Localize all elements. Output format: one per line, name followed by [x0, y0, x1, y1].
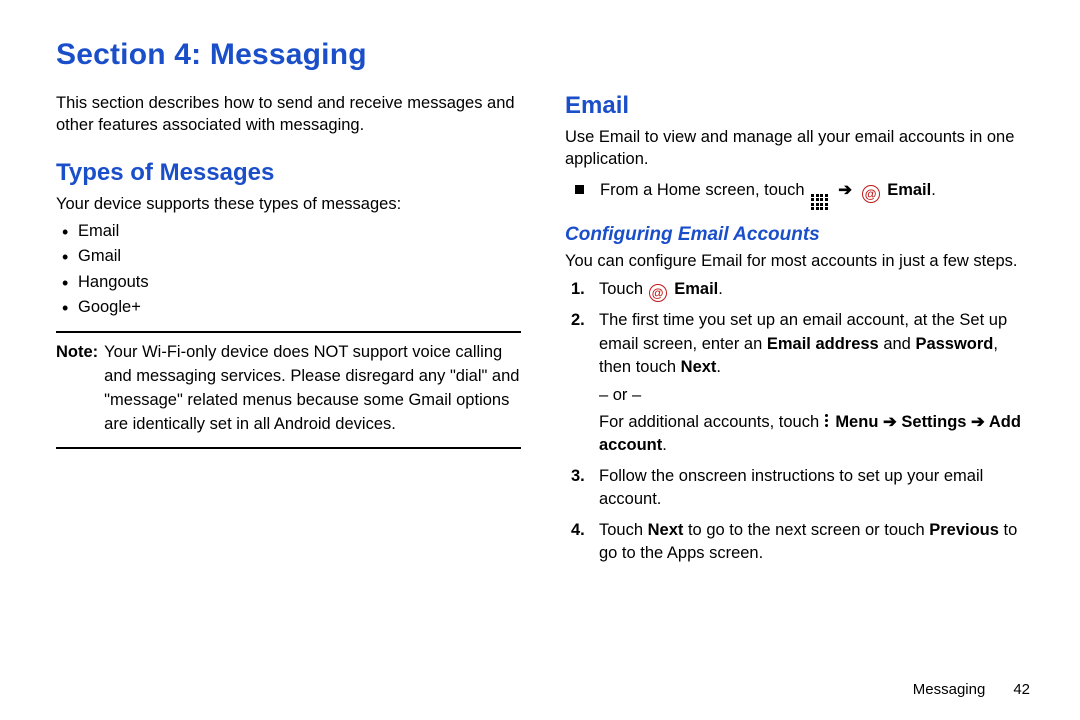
step-number: 4. — [565, 519, 599, 542]
right-column: Email Use Email to view and manage all y… — [565, 92, 1030, 573]
step-text: Follow the onscreen instructions to set … — [599, 465, 1030, 512]
email-intro: Use Email to view and manage all your em… — [565, 126, 1030, 171]
intro-text: This section describes how to send and r… — [56, 92, 521, 137]
list-item: Gmail — [56, 244, 521, 270]
list-item: Hangouts — [56, 270, 521, 296]
step-text: Touch — [599, 521, 648, 539]
page-footer: Messaging 42 — [913, 681, 1030, 698]
overflow-menu-icon — [825, 412, 828, 429]
step-bold: Next — [648, 521, 684, 539]
email-circle-icon: @ — [862, 185, 880, 203]
email-circle-icon: @ — [649, 284, 667, 302]
step-text: to go to the next screen or touch — [683, 521, 929, 539]
instruction-row: From a Home screen, touch ➔ @ Email. — [565, 179, 1030, 211]
footer-page-number: 42 — [1013, 681, 1030, 698]
types-lead: Your device supports these types of mess… — [56, 193, 521, 215]
config-lead: You can configure Email for most account… — [565, 250, 1030, 272]
step-number: 1. — [565, 278, 599, 301]
step-bold: Next — [681, 358, 717, 376]
step-number: 2. — [565, 309, 599, 332]
config-heading: Configuring Email Accounts — [565, 224, 1030, 246]
list-item: Google+ — [56, 295, 521, 321]
step-text: For additional accounts, touch — [599, 413, 824, 431]
step-text: Touch — [599, 280, 643, 298]
apps-grid-icon — [811, 181, 828, 211]
step-item: 2. The first time you set up an email ac… — [565, 309, 1030, 458]
from-home-text: From a Home screen, touch — [600, 181, 805, 199]
square-bullet-icon — [575, 185, 584, 194]
divider — [56, 331, 521, 333]
list-item: Email — [56, 219, 521, 245]
step-text: and — [879, 335, 916, 353]
step-item: 3. Follow the onscreen instructions to s… — [565, 465, 1030, 512]
types-list: Email Gmail Hangouts Google+ — [56, 219, 521, 321]
ordered-steps: 1. Touch @ Email. 2. The first time you … — [565, 278, 1030, 565]
email-label: Email — [887, 181, 931, 199]
divider — [56, 447, 521, 449]
step-bold: Email address — [767, 335, 879, 353]
note-block: Note: Your Wi-Fi-only device does NOT su… — [56, 341, 521, 437]
step-item: 4. Touch Next to go to the next screen o… — [565, 519, 1030, 566]
step-number: 3. — [565, 465, 599, 488]
step-bold: Email — [674, 280, 718, 298]
or-divider: – or – — [599, 384, 1030, 407]
step-bold: Previous — [929, 521, 999, 539]
step-item: 1. Touch @ Email. — [565, 278, 1030, 302]
note-label: Note: — [56, 341, 98, 437]
email-heading: Email — [565, 92, 1030, 120]
footer-section: Messaging — [913, 681, 986, 698]
note-text: Your Wi-Fi-only device does NOT support … — [104, 341, 521, 437]
types-heading: Types of Messages — [56, 159, 521, 187]
arrow-icon: ➔ — [838, 181, 852, 199]
step-bold: Password — [915, 335, 993, 353]
left-column: This section describes how to send and r… — [56, 92, 521, 573]
section-title: Section 4: Messaging — [56, 38, 1034, 72]
